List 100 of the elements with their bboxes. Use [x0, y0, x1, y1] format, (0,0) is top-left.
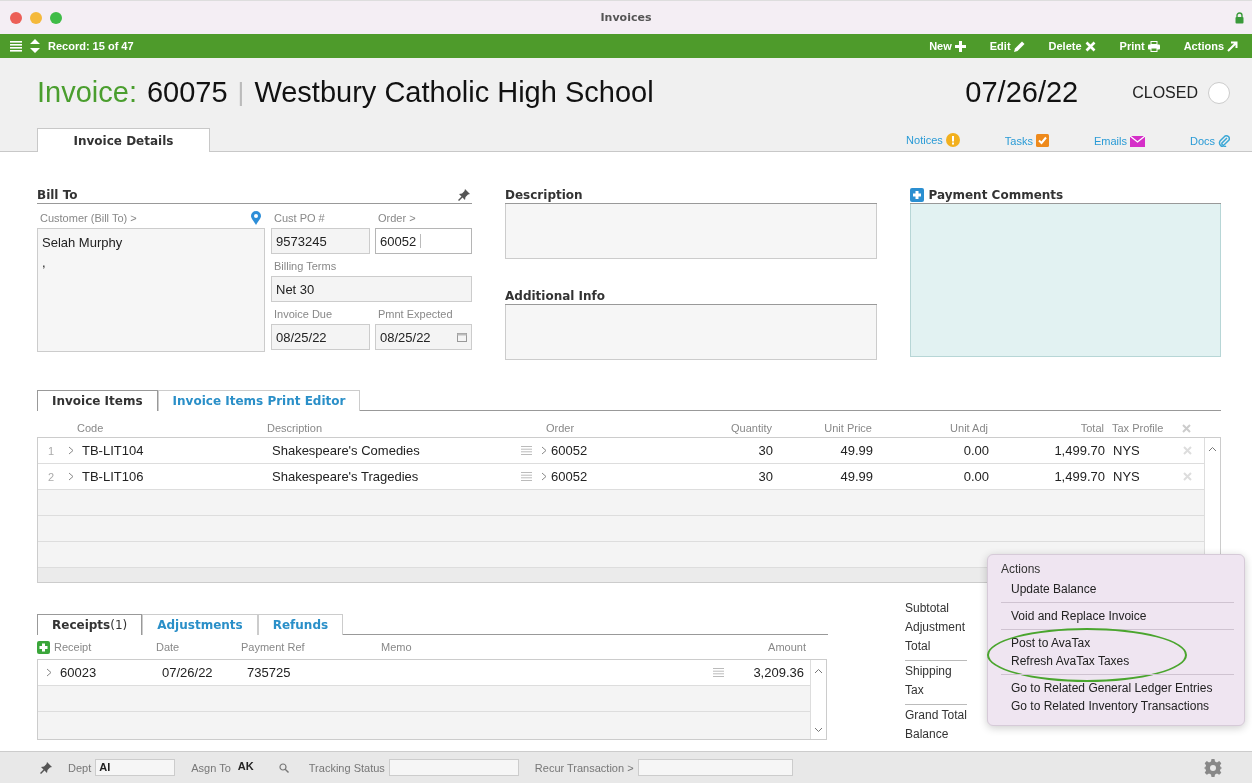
total-label: Grand Total [905, 704, 967, 725]
payment-comments-field[interactable] [910, 204, 1221, 357]
total-label: Total [905, 638, 932, 655]
input-field[interactable]: 08/25/22 [375, 324, 472, 350]
plus-icon[interactable] [37, 640, 50, 654]
x-icon[interactable] [1183, 472, 1192, 481]
list-icon[interactable] [521, 472, 532, 481]
search-icon[interactable] [278, 762, 289, 773]
table-cell-text: 49.99 [839, 469, 874, 484]
lock-icon [1235, 11, 1244, 24]
close-button[interactable] [10, 11, 22, 24]
tab[interactable]: Invoice Items Print Editor [157, 390, 361, 411]
section-title: Bill To [37, 187, 78, 202]
pin-icon[interactable] [40, 761, 52, 774]
column-header: Unit Price [823, 422, 873, 434]
checkbox-icon [1035, 134, 1049, 147]
total-label: Shipping [905, 660, 967, 681]
pin-icon[interactable] [458, 188, 470, 201]
settings-icon[interactable] [1204, 758, 1222, 777]
table-cell-text: 1,499.70 [1053, 443, 1106, 458]
tab[interactable]: Adjustments [142, 614, 258, 635]
window-title: Invoices [600, 11, 652, 24]
list-icon[interactable] [521, 446, 532, 455]
zoom-button[interactable] [50, 11, 62, 24]
column-header: Amount [767, 641, 807, 653]
printer-icon [1147, 40, 1160, 52]
tab[interactable]: Receipts(1) [37, 614, 143, 635]
column-header: Memo [381, 641, 413, 653]
table-cell-text: Shakespeare's Comedies [271, 443, 421, 458]
location-pin-icon[interactable] [251, 211, 261, 225]
row-number: 2 [46, 470, 56, 483]
table-cell-text: Shakespeare's Tragedies [271, 469, 420, 484]
x-icon[interactable] [1182, 423, 1191, 433]
exclamation-icon [945, 133, 960, 147]
chevron-icon[interactable] [541, 472, 547, 481]
tab[interactable]: Invoice Items [37, 390, 158, 411]
menu-item[interactable]: Go to Related General Ledger Entries [1001, 679, 1234, 697]
field-label: Invoice Due [273, 307, 334, 322]
table-cell-text: NYS [1112, 443, 1141, 458]
input-field[interactable]: 9573245 [271, 228, 370, 254]
input-field[interactable] [388, 759, 519, 776]
row-number: 1 [46, 444, 56, 457]
field-label: Recur Transaction > [534, 761, 634, 774]
minimize-button[interactable] [30, 11, 42, 24]
invoice-number: 60075 [146, 76, 228, 110]
description-field[interactable] [505, 204, 878, 259]
tab[interactable]: Refunds [257, 614, 344, 635]
scroll-up-icon[interactable] [814, 668, 823, 674]
input-field[interactable]: 08/25/22 [271, 324, 370, 350]
input-field[interactable]: Net 30 [271, 276, 472, 302]
scroll-up-icon[interactable] [1208, 446, 1217, 452]
additional-info-field[interactable] [505, 305, 878, 360]
scroll-down-icon[interactable] [814, 727, 823, 733]
column-header: Payment Ref [241, 641, 306, 653]
table-cell-text: 3,209.36 [752, 665, 805, 680]
field-label: Dept [68, 761, 92, 774]
calendar-icon[interactable] [457, 332, 467, 342]
closed-toggle[interactable] [1208, 81, 1230, 104]
plus-icon [954, 40, 966, 52]
total-label: Tax [905, 682, 925, 699]
table-cell-text: 1,499.70 [1053, 469, 1106, 484]
column-header: Unit Adj [949, 422, 989, 434]
menu-item[interactable]: Update Balance [1001, 580, 1234, 598]
column-header: Tax Profile [1111, 422, 1165, 434]
menu-item[interactable]: Refresh AvaTax Taxes [1001, 652, 1234, 670]
total-label: Adjustment [905, 619, 967, 636]
chevron-icon[interactable] [46, 668, 52, 677]
menu-item[interactable]: Go to Related Inventory Transactions [1001, 697, 1234, 715]
field-label: Pmnt Expected [377, 307, 454, 322]
field-label: Cust PO # [273, 211, 326, 226]
table-cell-text: 30 [757, 469, 774, 484]
tab[interactable]: Invoice Details [37, 128, 210, 152]
total-label: Balance [905, 726, 950, 743]
record-counter: Record: 15 of 47 [48, 40, 134, 52]
table-cell-text: TB-LIT104 [81, 443, 145, 458]
input-field[interactable]: 60052 [375, 228, 472, 254]
menu-icon[interactable] [10, 40, 22, 52]
input-field[interactable]: AI [95, 759, 176, 776]
paperclip-icon [1218, 134, 1230, 147]
chevron-icon[interactable] [541, 446, 547, 455]
x-icon[interactable] [1183, 446, 1192, 455]
column-header: Description [267, 422, 324, 434]
input-field[interactable]: AK [234, 759, 275, 776]
input-field[interactable] [637, 759, 793, 776]
pencil-icon [1013, 40, 1025, 52]
up-down-icon[interactable] [30, 39, 40, 53]
menu-item[interactable]: Void and Replace Invoice [1001, 607, 1234, 625]
title-separator: | [237, 77, 245, 109]
customer-field[interactable]: Selah Murphy , [37, 228, 265, 352]
plus-icon[interactable] [910, 187, 925, 202]
section-title: Payment Comments [928, 187, 1064, 202]
menu-item[interactable]: Post to AvaTax [1001, 634, 1234, 652]
table-cell-text: TB-LIT106 [81, 469, 145, 484]
section-title: Additional Info [505, 288, 606, 303]
menu-title: Actions [1001, 562, 1042, 576]
table-cell-text: 30 [757, 443, 774, 458]
section-title: Description [505, 187, 583, 202]
list-icon[interactable] [713, 668, 724, 677]
table-cell-text: 60023 [60, 665, 98, 680]
field-label: Order > [377, 211, 417, 226]
